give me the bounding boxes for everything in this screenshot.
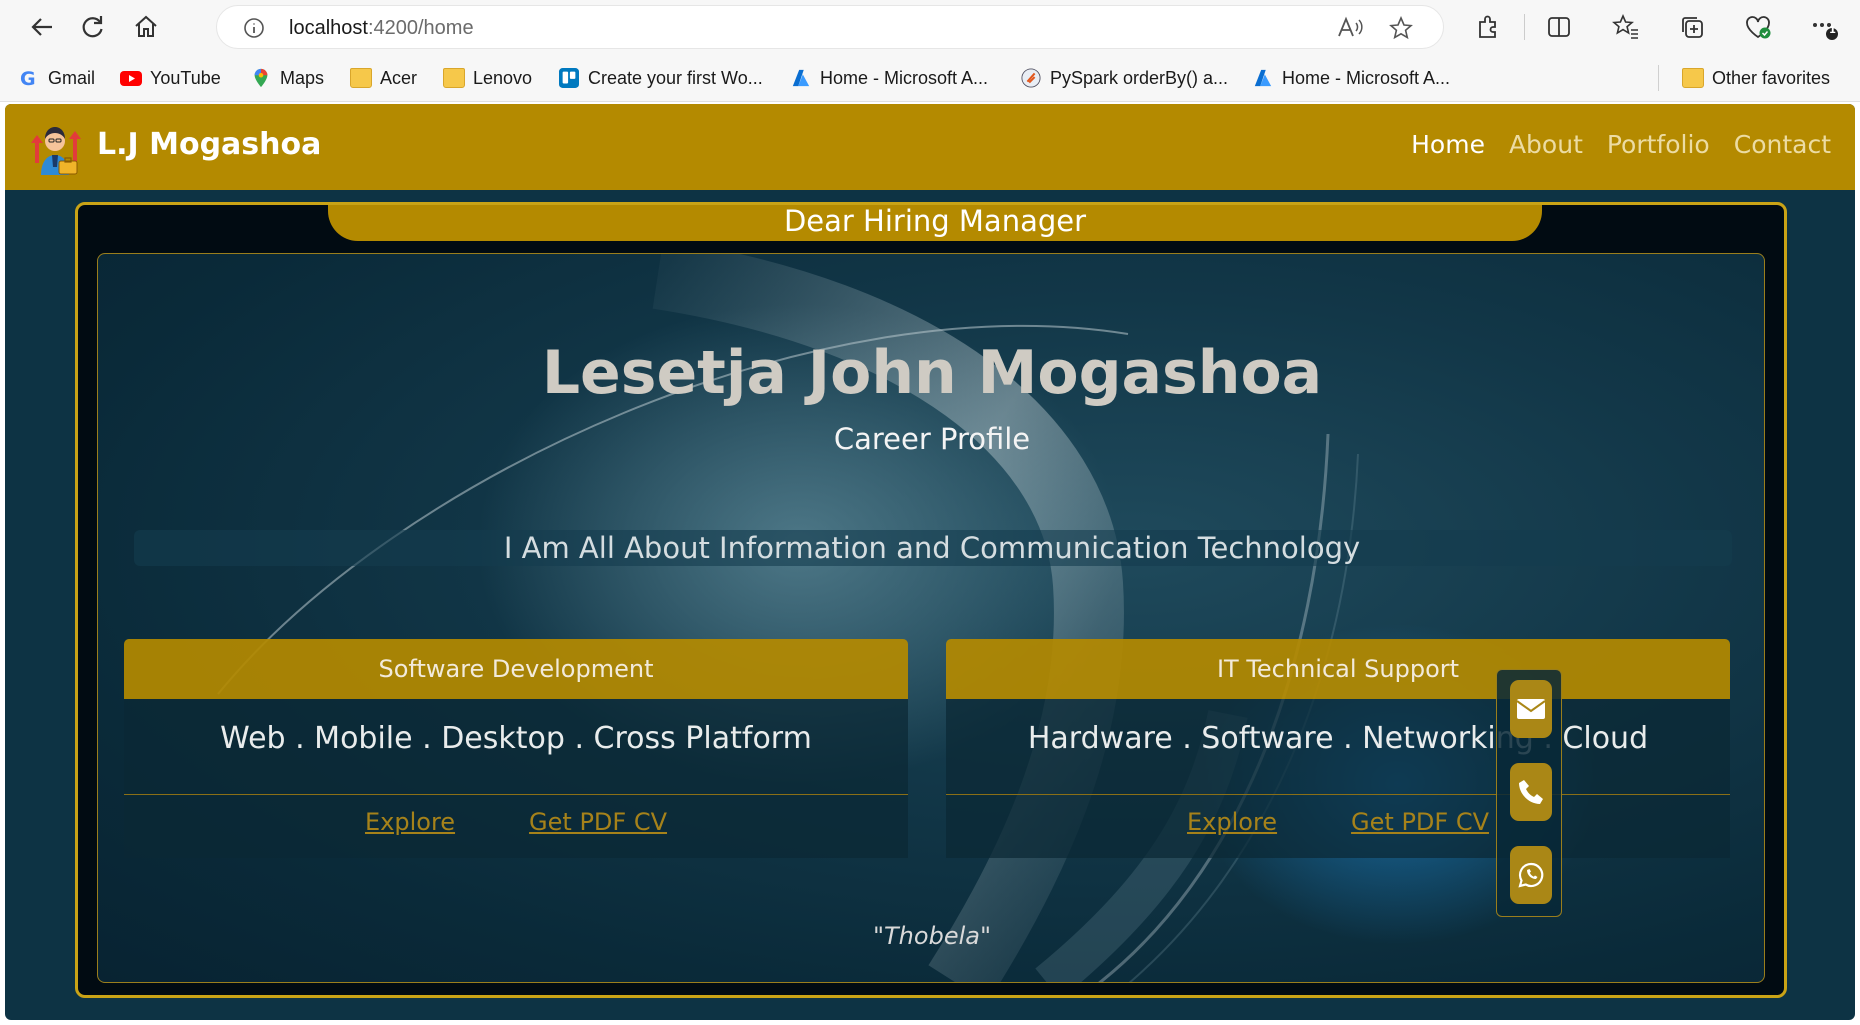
bookmark-label: YouTube (150, 67, 221, 88)
explore-link[interactable]: Explore (1187, 808, 1277, 836)
explore-link[interactable]: Explore (365, 808, 455, 836)
read-aloud-icon[interactable] (1337, 16, 1363, 44)
card-divider (946, 794, 1730, 795)
nav-contact[interactable]: Contact (1734, 130, 1831, 159)
split-screen-icon[interactable] (1541, 9, 1577, 45)
bookmark-trello[interactable]: Create your first Wo... (558, 66, 763, 90)
bookmark-label: Acer (380, 67, 418, 88)
card-title: IT Technical Support (946, 639, 1730, 699)
bookmark-youtube[interactable]: YouTube (120, 66, 221, 90)
collections-icon[interactable] (1674, 9, 1710, 45)
favorites-icon[interactable] (1608, 9, 1644, 45)
envelope-icon (1516, 699, 1546, 719)
bookmark-label: Maps (280, 67, 325, 88)
bookmarks-bar: G Gmail YouTube Maps Acer Lenovo Create … (0, 54, 1860, 102)
site-brand[interactable]: L.J Mogashoa (97, 127, 321, 162)
browser-toolbar: localhost:4200/home 1 (0, 0, 1860, 54)
settings-more-icon[interactable]: 1 (1806, 9, 1842, 45)
refresh-icon[interactable] (74, 9, 110, 45)
bookmark-pyspark[interactable]: PySpark orderBy() a... (1020, 66, 1228, 90)
bookmark-gmail[interactable]: G Gmail (18, 66, 95, 90)
folder-icon (350, 68, 372, 88)
bookmark-label: Lenovo (473, 67, 533, 88)
nav-portfolio[interactable]: Portfolio (1607, 130, 1710, 159)
hero-panel: Lesetja John Mogashoa Career Profile I A… (97, 253, 1765, 983)
bookmark-label: Home - Microsoft A... (1282, 67, 1451, 88)
back-arrow-icon[interactable] (24, 9, 60, 45)
notification-badge: 1 (1829, 25, 1836, 36)
bookmark-acer[interactable]: Acer (350, 66, 417, 90)
card-links: Explore Get PDF CV (124, 808, 908, 836)
folder-icon (1682, 68, 1704, 88)
get-pdf-cv-link[interactable]: Get PDF CV (529, 808, 667, 836)
svg-text:G: G (20, 68, 36, 88)
card-body: Hardware . Software . Networking . Cloud… (946, 699, 1730, 858)
gmail-icon: G (20, 68, 36, 88)
sparkbyexamples-icon (1021, 68, 1041, 88)
favorite-star-icon[interactable] (1389, 15, 1413, 44)
bookmark-label: Create your first Wo... (588, 67, 763, 88)
bookmark-other-favorites[interactable]: Other favorites (1682, 66, 1830, 90)
card-it-technical-support: IT Technical Support Hardware . Software… (946, 639, 1730, 858)
hero-frame: Dear Hiring Manager Lesetja John Mogasho… (75, 202, 1787, 998)
youtube-icon (120, 71, 142, 86)
card-title: Software Development (124, 639, 908, 699)
home-icon[interactable] (128, 9, 164, 45)
bookmark-azure-2[interactable]: Home - Microsoft A... (1252, 66, 1450, 90)
hero-name: Lesetja John Mogashoa (541, 338, 1323, 408)
businessman-logo-icon[interactable] (25, 117, 85, 177)
phone-icon (1519, 780, 1543, 804)
phone-button[interactable] (1510, 763, 1552, 821)
azure-icon (1254, 69, 1272, 87)
card-text: Web . Mobile . Desktop . Cross Platform (220, 721, 812, 756)
card-links: Explore Get PDF CV (946, 808, 1730, 836)
site-navbar: L.J Mogashoa Home About Portfolio Contac… (5, 104, 1855, 190)
nav-home[interactable]: Home (1411, 130, 1485, 159)
nav-about[interactable]: About (1509, 130, 1583, 159)
whatsapp-icon (1518, 862, 1544, 888)
bookmark-label: PySpark orderBy() a... (1050, 67, 1229, 88)
bookmark-label: Home - Microsoft A... (820, 67, 989, 88)
hero-quote: "Thobela" (872, 922, 991, 950)
card-divider (124, 794, 908, 795)
hero-subtitle: Career Profile (833, 422, 1031, 456)
address-bar[interactable]: localhost:4200/home (216, 5, 1444, 49)
bookmark-azure-1[interactable]: Home - Microsoft A... (790, 66, 988, 90)
email-button[interactable] (1510, 680, 1552, 738)
url-text: localhost:4200/home (289, 17, 474, 39)
bookmarks-divider (1658, 65, 1659, 91)
web-page: L.J Mogashoa Home About Portfolio Contac… (5, 104, 1855, 1020)
floating-contact-bar (1496, 669, 1562, 917)
main-nav: Home About Portfolio Contact (1411, 130, 1831, 159)
bookmark-label: Other favorites (1712, 67, 1831, 88)
bookmark-label: Gmail (48, 67, 96, 88)
azure-icon (792, 69, 810, 87)
card-body: Web . Mobile . Desktop . Cross Platform … (124, 699, 908, 858)
maps-icon (254, 68, 268, 88)
hero-tagline: I Am All About Information and Communica… (503, 531, 1361, 565)
get-pdf-cv-link[interactable]: Get PDF CV (1351, 808, 1489, 836)
toolbar-divider (1524, 14, 1525, 40)
hero-ribbon: Dear Hiring Manager (328, 205, 1542, 241)
bookmark-maps[interactable]: Maps (250, 66, 324, 90)
site-info-icon[interactable] (243, 17, 265, 43)
whatsapp-button[interactable] (1510, 846, 1552, 904)
browser-essentials-icon[interactable] (1740, 9, 1776, 45)
trello-icon (559, 68, 579, 88)
bookmark-lenovo[interactable]: Lenovo (443, 66, 532, 90)
extensions-icon[interactable] (1470, 9, 1506, 45)
folder-icon (443, 68, 465, 88)
card-text: Hardware . Software . Networking . Cloud (1027, 721, 1649, 756)
card-software-development: Software Development Web . Mobile . Desk… (124, 639, 908, 858)
